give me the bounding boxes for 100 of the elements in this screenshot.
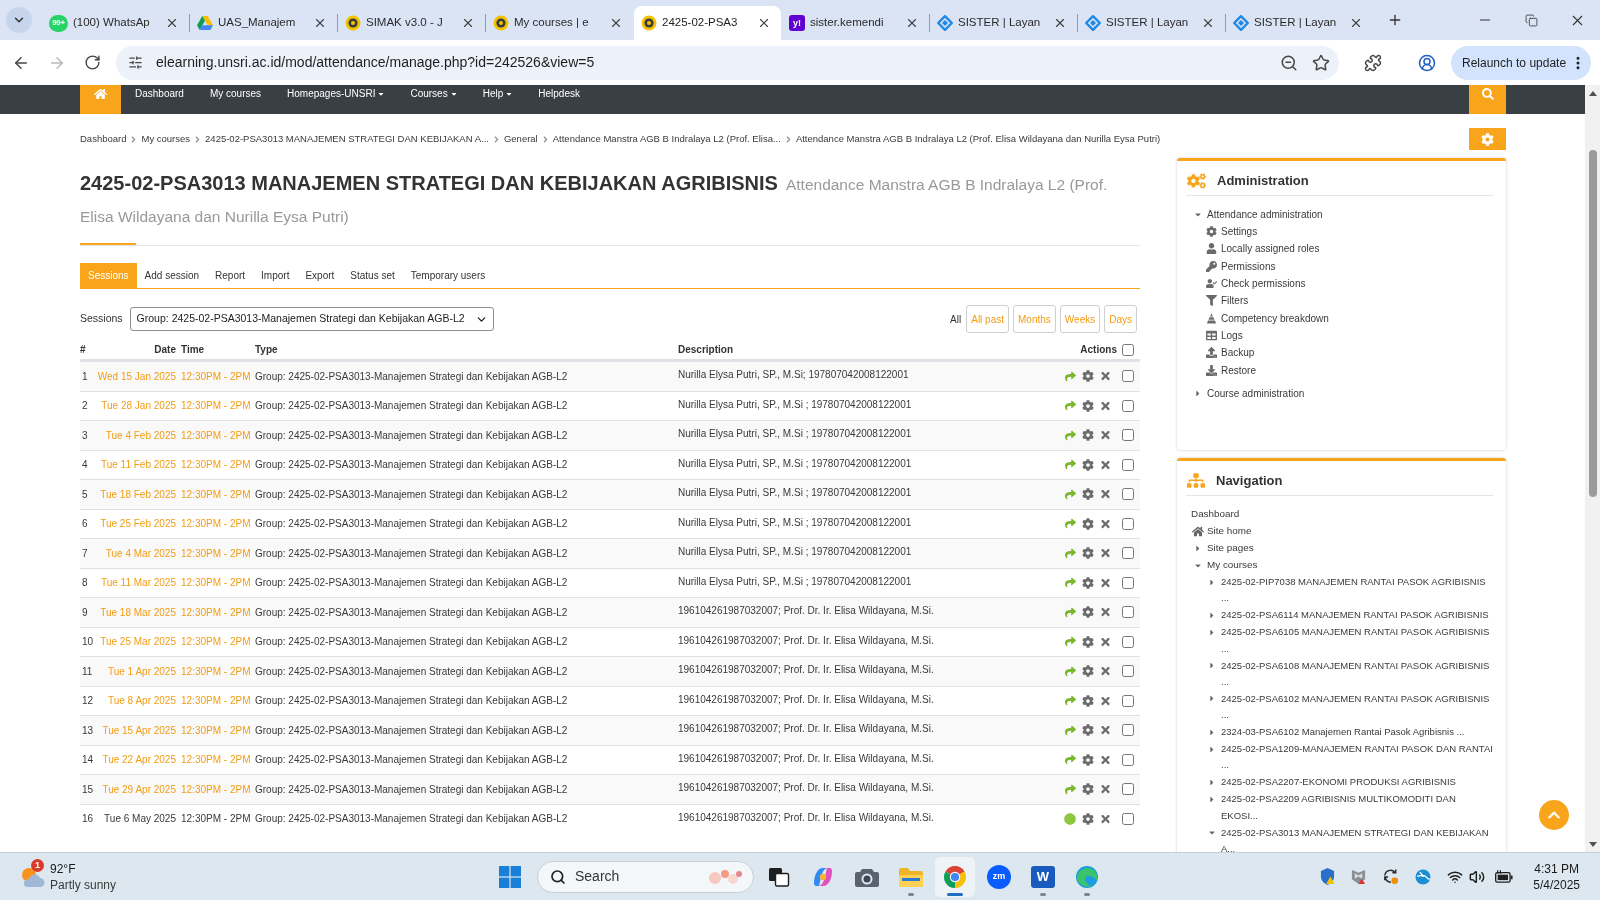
close-icon[interactable] bbox=[905, 16, 919, 30]
caret-right-icon[interactable] bbox=[1209, 727, 1215, 737]
address-bar[interactable]: elearning.unsri.ac.id/mod/attendance/manage.php?id=242526&view=5 bbox=[116, 45, 1339, 80]
nav-tree-link[interactable]: Dashboard bbox=[1191, 507, 1240, 522]
caret-right-icon[interactable] bbox=[1209, 627, 1215, 637]
site-info-icon[interactable] bbox=[128, 55, 143, 70]
nav-menu-item[interactable]: Homepages-UNSRI bbox=[274, 85, 398, 114]
gear-icon[interactable] bbox=[1082, 547, 1094, 560]
checkbox[interactable] bbox=[1122, 576, 1134, 589]
cross-icon[interactable] bbox=[1100, 370, 1111, 383]
browser-tab[interactable]: My courses | e bbox=[486, 6, 633, 40]
nav-tree-link[interactable]: 2425-02-PSA1209-MANAJEMEN RANTAI PASOK DAN RANTAI ... bbox=[1221, 741, 1495, 774]
close-icon[interactable] bbox=[1053, 16, 1067, 30]
checkbox[interactable] bbox=[1122, 488, 1134, 501]
caret-right-icon[interactable] bbox=[1209, 661, 1215, 671]
breadcrumb-link[interactable]: My courses bbox=[141, 131, 191, 147]
checkbox[interactable] bbox=[1122, 370, 1134, 383]
admin-link[interactable]: Locally assigned roles bbox=[1221, 241, 1320, 257]
caret-down-icon[interactable] bbox=[1194, 210, 1202, 219]
caret-right-icon[interactable] bbox=[1209, 577, 1215, 587]
cross-icon[interactable] bbox=[1100, 517, 1111, 530]
gear-icon[interactable] bbox=[1082, 635, 1094, 648]
nav-tree-link[interactable]: Site home bbox=[1207, 524, 1252, 539]
admin-link[interactable]: Settings bbox=[1221, 224, 1258, 240]
circle-app-icon[interactable] bbox=[1415, 868, 1432, 885]
taskbar-search-field[interactable]: Search bbox=[537, 860, 754, 893]
caret-down-icon[interactable] bbox=[1194, 561, 1202, 570]
nav-menu-item[interactable]: Helpdesk bbox=[525, 85, 593, 114]
checkbox[interactable] bbox=[1122, 783, 1134, 796]
nav-menu-item[interactable]: My courses bbox=[196, 85, 275, 114]
close-icon[interactable] bbox=[1349, 16, 1363, 30]
cross-icon[interactable] bbox=[1100, 458, 1111, 471]
caret-right-icon[interactable] bbox=[1195, 388, 1201, 398]
nav-tree-link[interactable]: 2425-02-PSA2207-EKONOMI PRODUKSI AGRIBISNIS bbox=[1221, 774, 1495, 791]
cross-icon[interactable] bbox=[1100, 665, 1111, 678]
breadcrumb-link[interactable]: General bbox=[503, 131, 538, 147]
close-icon[interactable] bbox=[461, 16, 475, 30]
nav-tree-link[interactable]: 2425-02-PSA3013 MANAJEMEN STRATEGI DAN KEBIJAKAN A... bbox=[1221, 824, 1495, 852]
caret-right-icon[interactable] bbox=[1209, 610, 1215, 620]
page-tab[interactable]: Report bbox=[207, 263, 254, 288]
caret-right-icon[interactable] bbox=[1209, 744, 1215, 754]
nav-tree-link[interactable]: 2425-02-PSA6114 MANAJEMEN RANTAI PASOK AGRIBISNIS bbox=[1221, 607, 1495, 624]
browser-tab[interactable]: SISTER | Layan bbox=[1078, 6, 1225, 40]
taskbar-app-button[interactable]: zm bbox=[979, 856, 1019, 897]
gear-icon[interactable] bbox=[1082, 576, 1094, 589]
cross-icon[interactable] bbox=[1100, 576, 1111, 589]
checkbox[interactable] bbox=[1122, 724, 1134, 737]
nav-tree-link[interactable]: 2425-02-PSA2209 AGRIBISNIS MULTIKOMODITI DAN EKOSI... bbox=[1221, 791, 1495, 824]
nav-tree-link[interactable]: 2425-02-PSA6105 MANAJEMEN RANTAI PASOK AGRIBISNIS ... bbox=[1221, 624, 1495, 657]
admin-link[interactable]: Check permissions bbox=[1221, 276, 1306, 292]
close-icon[interactable] bbox=[757, 16, 771, 30]
page-tab[interactable]: Temporary users bbox=[402, 263, 494, 288]
gear-icon[interactable] bbox=[1082, 606, 1094, 619]
taskbar-app-button[interactable]: W bbox=[1023, 856, 1063, 897]
checkbox[interactable] bbox=[1122, 517, 1134, 530]
shield-warning-icon[interactable] bbox=[1351, 868, 1367, 885]
sync-icon[interactable] bbox=[1382, 868, 1400, 885]
nav-menu-item[interactable]: Help bbox=[469, 85, 526, 114]
scroll-up-icon[interactable] bbox=[1588, 91, 1597, 96]
gear-icon[interactable] bbox=[1082, 783, 1094, 796]
checkbox[interactable] bbox=[1122, 694, 1134, 707]
battery-icon[interactable] bbox=[1495, 870, 1514, 883]
reload-icon[interactable] bbox=[84, 54, 101, 71]
cross-icon[interactable] bbox=[1100, 812, 1111, 825]
admin-link[interactable]: Permissions bbox=[1221, 258, 1276, 274]
nav-menu-item[interactable]: Dashboard bbox=[122, 85, 197, 114]
gear-icon[interactable] bbox=[1082, 488, 1094, 501]
admin-link[interactable]: Competency breakdown bbox=[1221, 310, 1329, 326]
browser-tab[interactable]: 99+ (100) WhatsAp bbox=[42, 6, 189, 40]
gear-icon[interactable] bbox=[1082, 517, 1094, 530]
page-tab[interactable]: Status set bbox=[342, 263, 403, 288]
gear-icon[interactable] bbox=[1082, 724, 1094, 737]
extensions-icon[interactable] bbox=[1364, 53, 1382, 72]
caret-right-icon[interactable] bbox=[1209, 694, 1215, 704]
cross-icon[interactable] bbox=[1100, 753, 1111, 766]
cross-icon[interactable] bbox=[1100, 635, 1111, 648]
browser-tab[interactable]: UAS_Manajem bbox=[190, 6, 337, 40]
page-tab[interactable]: Add session bbox=[136, 263, 208, 288]
checkbox[interactable] bbox=[1122, 547, 1134, 560]
breadcrumb-link[interactable]: Attendance Manstra AGB B Indralaya L2 (Prof. Elisa... bbox=[552, 131, 781, 147]
search-input[interactable]: Search bbox=[575, 866, 685, 887]
gear-icon[interactable] bbox=[1082, 753, 1094, 766]
breadcrumb-link[interactable]: Dashboard bbox=[80, 131, 127, 147]
group-select[interactable]: Group: 2425-02-PSA3013-Manajemen Strategi dan Kebijakan AGB-L2 bbox=[129, 307, 494, 331]
close-icon[interactable] bbox=[609, 16, 623, 30]
scroll-down-icon[interactable] bbox=[1588, 842, 1597, 847]
page-tab[interactable]: Export bbox=[297, 263, 343, 288]
admin-link[interactable]: Backup bbox=[1221, 345, 1255, 361]
gear-icon[interactable] bbox=[1082, 458, 1094, 471]
cross-icon[interactable] bbox=[1100, 606, 1111, 619]
admin-link[interactable]: Restore bbox=[1221, 362, 1256, 378]
gear-icon[interactable] bbox=[1082, 694, 1094, 707]
tab-list-button[interactable] bbox=[6, 7, 32, 33]
browser-tab[interactable]: SISTER | Layan bbox=[1226, 6, 1373, 40]
profile-icon[interactable] bbox=[1418, 53, 1436, 72]
cross-icon[interactable] bbox=[1100, 429, 1111, 442]
nav-tree-link[interactable]: 2324-03-PSA6102 Manajemen Rantai Pasok Agribisnis ... bbox=[1221, 724, 1495, 741]
cross-icon[interactable] bbox=[1100, 488, 1111, 501]
checkbox[interactable] bbox=[1122, 753, 1134, 766]
bookmark-star-icon[interactable] bbox=[1312, 53, 1330, 72]
